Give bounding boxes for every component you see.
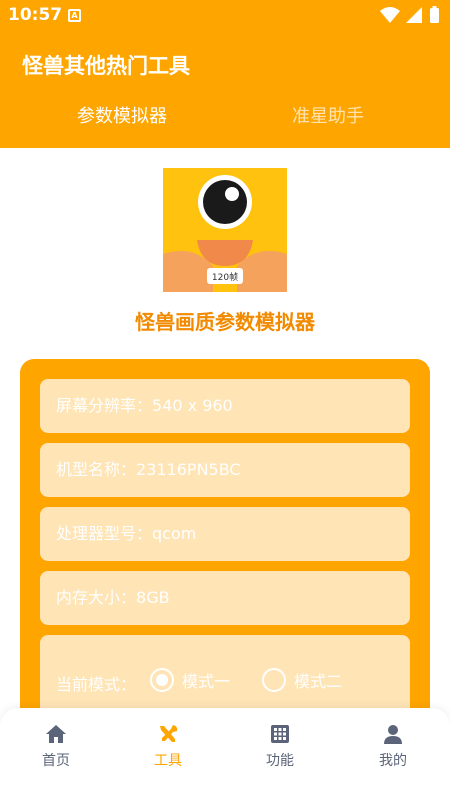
model-name-label: 机型名称： xyxy=(56,460,137,479)
processor-field[interactable]: 处理器型号：qcom xyxy=(40,507,410,561)
parameter-panel: 屏幕分辨率：540 x 960 机型名称：23116PN5BC 处理器型号：qc… xyxy=(20,359,430,739)
nav-label-tools: 工具 xyxy=(154,753,182,769)
nav-item-home[interactable]: 首页 xyxy=(0,724,112,770)
resolution-label: 屏幕分辨率： xyxy=(56,396,153,415)
nav-item-tools[interactable]: 工具 xyxy=(112,724,224,770)
tools-icon xyxy=(160,725,178,742)
mode-label: 当前模式： xyxy=(56,675,137,694)
app-logo: 120帧 xyxy=(163,168,287,292)
header-bar: 10:57 A 怪兽其他热门工具 参数模拟器 准星助手 xyxy=(0,0,450,148)
nav-item-mine[interactable]: 我的 xyxy=(337,724,449,770)
status-time: 10:57 xyxy=(8,5,63,25)
nav-label-function: 功能 xyxy=(266,753,294,769)
page-title: 怪兽画质参数模拟器 xyxy=(135,310,315,334)
status-bar: 10:57 A xyxy=(0,0,450,30)
processor-value: qcom xyxy=(152,524,197,543)
tab-crosshair-assistant[interactable]: 准星助手 xyxy=(228,102,428,128)
wifi-icon xyxy=(380,7,400,23)
notification-a-icon: A xyxy=(68,9,81,22)
nav-label-home: 首页 xyxy=(42,753,70,769)
processor-label: 处理器型号： xyxy=(56,524,153,543)
model-name-field[interactable]: 机型名称：23116PN5BC xyxy=(40,443,410,497)
nav-item-function[interactable]: 功能 xyxy=(224,724,336,770)
mode-one-label: 模式一 xyxy=(182,672,231,691)
logo-badge-text: 120帧 xyxy=(212,271,238,283)
battery-icon xyxy=(430,6,439,23)
home-icon xyxy=(46,725,66,743)
app-screen: 10:57 A 怪兽其他热门工具 参数模拟器 准星助手 120帧 怪兽画质参数模… xyxy=(0,0,450,800)
bottom-nav: 首页 工具 功能 我的 xyxy=(0,708,450,800)
mode-one-option[interactable]: 模式一 xyxy=(150,667,230,693)
resolution-field[interactable]: 屏幕分辨率：540 x 960 xyxy=(40,379,410,433)
signal-icon xyxy=(406,7,422,23)
person-icon xyxy=(384,725,402,744)
tab-parameter-simulator[interactable]: 参数模拟器 xyxy=(22,102,222,128)
memory-value: 8GB xyxy=(136,588,170,607)
mode-two-option[interactable]: 模式二 xyxy=(262,667,342,693)
mode-one-radio[interactable] xyxy=(150,668,174,692)
mode-two-label: 模式二 xyxy=(294,672,343,691)
mode-two-radio[interactable] xyxy=(262,668,286,692)
app-title: 怪兽其他热门工具 xyxy=(22,54,190,78)
nav-label-mine: 我的 xyxy=(379,753,407,769)
grid-icon xyxy=(271,725,289,743)
status-icons xyxy=(380,6,442,28)
model-name-value: 23116PN5BC xyxy=(136,460,241,479)
memory-field[interactable]: 内存大小：8GB xyxy=(40,571,410,625)
memory-label: 内存大小： xyxy=(56,588,137,607)
resolution-value: 540 x 960 xyxy=(152,396,233,415)
